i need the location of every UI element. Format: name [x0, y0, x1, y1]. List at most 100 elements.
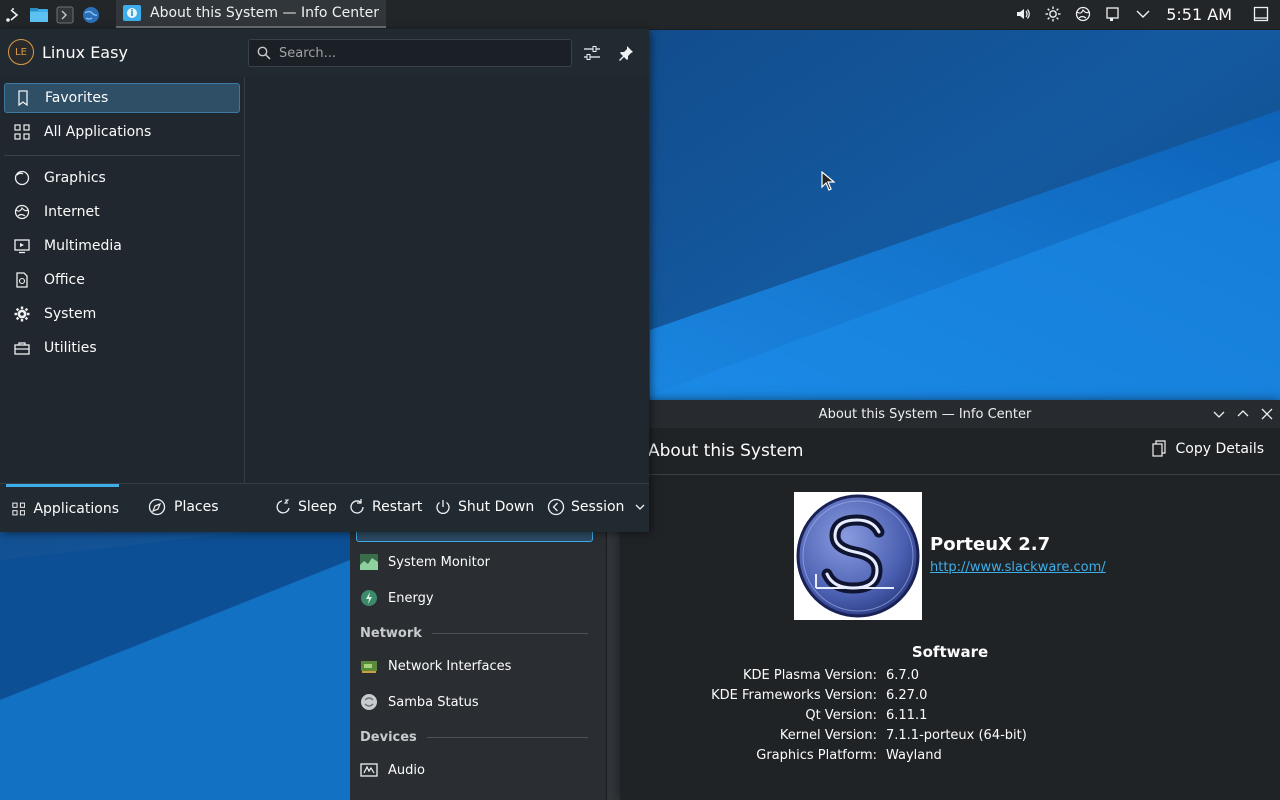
- category-label: Office: [44, 272, 85, 288]
- sleep-label: Sleep: [298, 499, 337, 515]
- category-label: Multimedia: [44, 238, 122, 254]
- chevron-down-icon: [635, 504, 645, 510]
- sleep-button[interactable]: Sleep: [274, 484, 337, 530]
- application-launcher-menu: LE Linux Easy Favorites All Applications…: [0, 29, 649, 532]
- info-row-plasma: KDE Plasma Version: 6.7.0: [742, 668, 920, 683]
- window-title: About this System — Info Center: [818, 406, 1032, 422]
- tab-places[interactable]: Places: [148, 484, 219, 530]
- toolbox-icon: [12, 338, 32, 358]
- tab-places-label: Places: [174, 499, 219, 515]
- distro-name: PorteuX 2.7: [930, 534, 1051, 555]
- page-header: About this System Copy Details: [620, 428, 1280, 475]
- chevron-down-icon[interactable]: [1128, 0, 1158, 28]
- restart-button[interactable]: Restart: [348, 484, 422, 530]
- sidebar-item-label: Samba Status: [388, 694, 479, 710]
- sidebar-item-label: Network Interfaces: [388, 658, 512, 674]
- avatar[interactable]: LE: [8, 39, 34, 65]
- category-favorites[interactable]: Favorites: [4, 83, 240, 113]
- pin-button[interactable]: [616, 43, 636, 63]
- session-button[interactable]: Session: [547, 484, 646, 530]
- monitor-play-icon: [12, 236, 32, 256]
- category-utilities[interactable]: Utilities: [4, 333, 240, 363]
- category-multimedia[interactable]: Multimedia: [4, 231, 240, 261]
- software-info-table: KDE Plasma Version: 6.7.0 KDE Frameworks …: [620, 668, 1280, 768]
- window-titlebar[interactable]: About this System — Info Center: [620, 400, 1280, 428]
- sidebar-item-network-interfaces[interactable]: Network Interfaces: [360, 652, 511, 680]
- infocenter-window: About this System — Info Center About th…: [620, 400, 1280, 800]
- category-label: System: [44, 306, 97, 322]
- restart-label: Restart: [372, 499, 423, 515]
- grid-icon: [12, 502, 26, 515]
- category-label: Utilities: [44, 340, 97, 356]
- close-icon[interactable]: [1258, 405, 1276, 423]
- taskbar-task-infocenter[interactable]: About this System — Info Center: [116, 0, 386, 28]
- clock[interactable]: 5:51 AM: [1166, 5, 1232, 24]
- launcher-footer: Applications Places Sleep Restart Shut D…: [0, 483, 649, 532]
- sidebar-item-energy[interactable]: Energy: [360, 584, 434, 612]
- launcher-header: LE Linux Easy: [0, 29, 649, 77]
- shutdown-button[interactable]: Shut Down: [434, 484, 534, 530]
- category-all-applications[interactable]: All Applications: [4, 117, 240, 147]
- network-icon[interactable]: [1068, 0, 1098, 28]
- show-desktop-icon[interactable]: [1246, 0, 1276, 28]
- copy-icon: [1151, 440, 1166, 457]
- restart-icon: [350, 499, 364, 514]
- distro-logo: [794, 492, 922, 620]
- category-office[interactable]: Office: [4, 265, 240, 295]
- network-card-icon: [361, 661, 377, 673]
- info-row-frameworks: KDE Frameworks Version: 6.27.0: [711, 688, 928, 703]
- clipboard-icon[interactable]: [1098, 0, 1128, 28]
- software-heading: Software: [911, 643, 989, 661]
- category-label: Favorites: [45, 90, 109, 106]
- page-title: About this System: [648, 441, 804, 461]
- power-icon: [436, 500, 450, 514]
- search-input[interactable]: [277, 44, 561, 62]
- category-list: Favorites All Applications Graphics Inte…: [0, 77, 245, 483]
- samba-icon: [361, 694, 377, 710]
- application-launcher-button[interactable]: [0, 1, 26, 29]
- bookmark-icon: [13, 88, 33, 108]
- window-controls: [1210, 405, 1276, 423]
- category-system[interactable]: System: [4, 299, 240, 329]
- tab-applications[interactable]: Applications: [6, 484, 119, 530]
- web-browser-icon[interactable]: [78, 1, 104, 29]
- pin-icon: [619, 46, 633, 61]
- sidebar-category-network: Network: [360, 626, 588, 641]
- sidebar-item-label: System Monitor: [388, 554, 491, 570]
- gear-icon: [12, 304, 32, 324]
- globe-icon: [12, 202, 32, 222]
- volume-icon[interactable]: [1008, 0, 1038, 28]
- compass-icon: [148, 498, 166, 516]
- copy-details-button[interactable]: Copy Details: [1151, 440, 1265, 458]
- category-graphics[interactable]: Graphics: [4, 163, 240, 193]
- infocenter-app-icon: [123, 5, 141, 21]
- sleep-icon: [276, 499, 290, 514]
- slackware-logo-icon: [796, 494, 920, 618]
- configure-button[interactable]: [582, 43, 602, 63]
- file-manager-icon[interactable]: [26, 1, 52, 29]
- sidebar-item-system-monitor[interactable]: System Monitor: [360, 548, 490, 576]
- distro-url-link[interactable]: http://www.slackware.com/: [930, 560, 1106, 575]
- copy-details-label: Copy Details: [1175, 441, 1265, 457]
- session-icon: [547, 498, 565, 516]
- category-label: Internet: [44, 204, 100, 220]
- sidebar-item-audio[interactable]: Audio: [360, 756, 425, 784]
- terminal-icon[interactable]: [52, 1, 78, 29]
- tab-applications-label: Applications: [33, 500, 119, 517]
- sidebar-item-label: Audio: [388, 762, 425, 778]
- maximize-icon[interactable]: [1234, 405, 1252, 423]
- shutdown-label: Shut Down: [458, 499, 535, 515]
- category-internet[interactable]: Internet: [4, 197, 240, 227]
- info-row-qt: Qt Version: 6.11.1: [805, 708, 928, 723]
- brightness-icon[interactable]: [1038, 0, 1068, 28]
- palette-icon: [12, 168, 32, 188]
- session-label: Session: [571, 499, 625, 515]
- info-row-graphics-platform: Graphics Platform: Wayland: [756, 748, 942, 763]
- sidebar-item-samba-status[interactable]: Samba Status: [360, 688, 479, 716]
- search-box[interactable]: [248, 39, 572, 67]
- info-row-kernel: Kernel Version: 7.1.1-porteux (64-bit): [779, 728, 1027, 743]
- energy-icon: [361, 590, 377, 606]
- minimize-icon[interactable]: [1210, 405, 1228, 423]
- document-icon: [12, 270, 32, 290]
- sidebar-category-devices: Devices: [360, 730, 588, 745]
